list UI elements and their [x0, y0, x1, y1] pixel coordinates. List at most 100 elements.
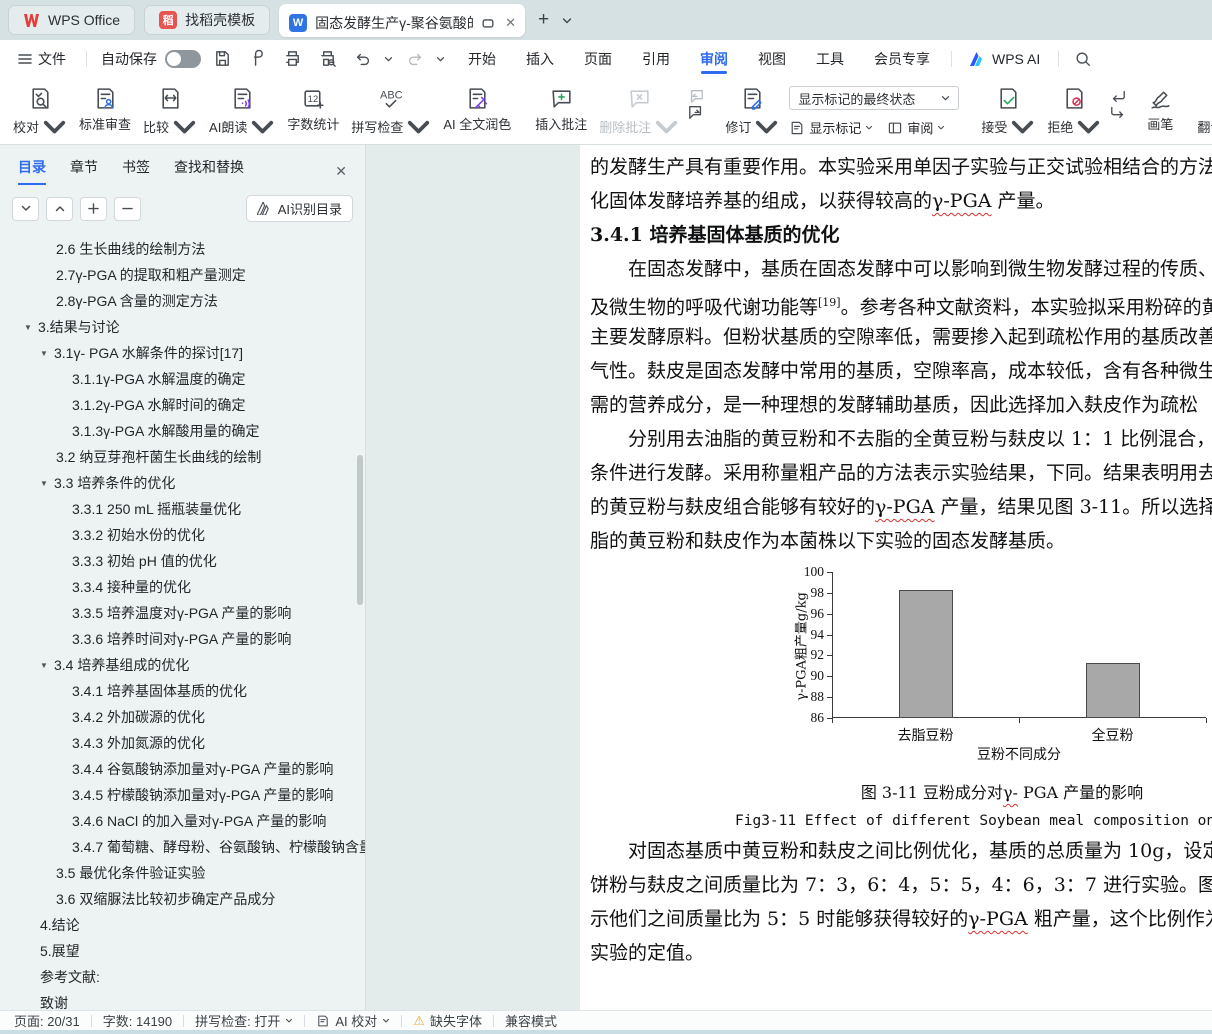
search-button[interactable]	[1069, 46, 1096, 72]
translate-button[interactable]: 文A 翻译	[1191, 80, 1212, 143]
toc-item[interactable]: 3.3.3 初始 pH 值的优化	[0, 548, 365, 574]
reject-revision-button[interactable]: 拒绝	[1041, 80, 1107, 143]
insert-comment-button[interactable]: 插入批注	[529, 80, 593, 137]
toc-collapse-arrow-icon[interactable]: ▼	[40, 479, 54, 488]
toc-item[interactable]: 3.3.1 250 mL 摇瓶装量优化	[0, 496, 365, 522]
wps-ai-button[interactable]: WPS AI	[958, 51, 1052, 67]
review-pane-button[interactable]: 审阅	[887, 118, 945, 137]
toc-item[interactable]: 2.7γ-PGA 的提取和粗产量测定	[0, 262, 365, 288]
toc-item[interactable]: 3.3.2 初始水份的优化	[0, 522, 365, 548]
menu-item[interactable]: 会员专享	[859, 40, 945, 77]
track-changes-button[interactable]: 修订	[719, 80, 785, 143]
toc-item[interactable]: ▼3.4 培养基组成的优化	[0, 652, 365, 678]
toc-item[interactable]: 3.1.1γ-PGA 水解温度的确定	[0, 366, 365, 392]
markup-state-dropdown[interactable]: 显示标记的最终状态	[789, 86, 959, 110]
menu-item[interactable]: 引用	[627, 40, 685, 77]
tab-list-caret-icon[interactable]	[562, 17, 572, 24]
file-menu-button[interactable]: 文件	[12, 49, 72, 69]
toc-item[interactable]: 3.4.2 外加碳源的优化	[0, 704, 365, 730]
sidebar-scrollbar[interactable]	[357, 455, 363, 605]
toc-item[interactable]: 3.3.6 培养时间对γ-PGA 产量的影响	[0, 626, 365, 652]
sidebar-tab-chapters[interactable]: 章节	[70, 157, 98, 185]
toc-item[interactable]: 3.4.5 柠檬酸钠添加量对γ-PGA 产量的影响	[0, 782, 365, 808]
toc-item[interactable]: 2.6 生长曲线的绘制方法	[0, 236, 365, 262]
previous-revision-icon[interactable]	[1109, 88, 1127, 104]
document-page[interactable]: 的发酵生产具有重要作用。本实验采用单因子实验与正交试验相结合的方法化固体发酵培养…	[580, 145, 1212, 1010]
toc-item[interactable]: 致谢	[0, 990, 365, 1010]
toc-item[interactable]: 3.4.4 谷氨酸钠添加量对γ-PGA 产量的影响	[0, 756, 365, 782]
redo-button[interactable]	[401, 46, 428, 72]
toc-item[interactable]: 5.展望	[0, 938, 365, 964]
menu-item[interactable]: 页面	[569, 40, 627, 77]
toc-collapse-arrow-icon[interactable]: ▼	[24, 323, 38, 332]
toc-collapse-arrow-icon[interactable]: ▼	[40, 661, 54, 670]
print-button[interactable]	[279, 46, 306, 72]
ink-brush-button[interactable]: 画笔	[1141, 80, 1179, 137]
toc-item[interactable]: 3.5 最优化条件验证实验	[0, 860, 365, 886]
print-preview-button[interactable]	[314, 46, 341, 72]
toc-item[interactable]: 3.2 纳豆芽孢杆菌生长曲线的绘制	[0, 444, 365, 470]
float-window-icon[interactable]	[481, 16, 495, 30]
sidebar-tab-find-replace[interactable]: 查找和替换	[174, 157, 244, 185]
toc-item[interactable]: ▼3.1γ- PGA 水解条件的探讨[17]	[0, 340, 365, 366]
ai-proofread-status[interactable]: AI 校对	[316, 1011, 390, 1030]
close-tab-icon[interactable]: ✕	[505, 15, 516, 31]
page-indicator[interactable]: 页面: 20/31	[14, 1011, 80, 1030]
toc-item[interactable]: 3.3.4 接种量的优化	[0, 574, 365, 600]
show-markup-button[interactable]: 显示标记	[789, 118, 873, 137]
zoom-out-level-button[interactable]	[114, 197, 141, 221]
ai-read-button[interactable]: AI朗读	[203, 80, 281, 143]
zoom-in-level-button[interactable]	[80, 197, 107, 221]
spellcheck-status[interactable]: 拼写检查: 打开	[195, 1011, 293, 1030]
undo-caret-icon[interactable]	[384, 56, 393, 62]
tab-wps-office[interactable]: WPS Office	[8, 5, 135, 35]
undo-button[interactable]	[349, 46, 376, 72]
toc-item[interactable]: 3.4.6 NaCl 的加入量对γ-PGA 产量的影响	[0, 808, 365, 834]
new-tab-button[interactable]: +	[534, 9, 553, 31]
toc-item[interactable]: 3.1.3γ-PGA 水解酸用量的确定	[0, 418, 365, 444]
tab-template[interactable]: 稻 找稻壳模板	[144, 5, 270, 35]
toc-item[interactable]: 3.3.5 培养温度对γ-PGA 产量的影响	[0, 600, 365, 626]
collapse-all-button[interactable]	[46, 197, 73, 221]
menu-item[interactable]: 插入	[511, 40, 569, 77]
compare-button[interactable]: 比较	[137, 80, 203, 143]
standard-review-button[interactable]: 标准审查	[73, 80, 137, 137]
sidebar-tab-bookmarks[interactable]: 书签	[122, 157, 150, 185]
missing-font-warning[interactable]: ⚠ 缺失字体	[413, 1011, 482, 1030]
export-pdf-button[interactable]	[244, 46, 271, 72]
quick-access-caret-icon[interactable]	[436, 56, 445, 62]
toc-item[interactable]: ▼3.结果与讨论	[0, 314, 365, 340]
toc-item[interactable]: 3.6 双缩脲法比较初步确定产品成分	[0, 886, 365, 912]
accept-revision-button[interactable]: 接受	[975, 80, 1041, 143]
toc-item[interactable]: 3.4.7 葡萄糖、酵母粉、谷氨酸钠、柠檬酸钠含量 ...	[0, 834, 365, 860]
menu-item[interactable]: 审阅	[685, 40, 743, 77]
ai-recognize-toc-button[interactable]: AI识别目录	[246, 195, 353, 222]
save-button[interactable]	[209, 46, 236, 72]
previous-comment-icon[interactable]	[687, 88, 705, 104]
toc-item[interactable]: 3.4.3 外加氮源的优化	[0, 730, 365, 756]
toc-collapse-arrow-icon[interactable]: ▼	[40, 349, 54, 358]
sidebar-tab-toc[interactable]: 目录	[18, 157, 46, 185]
y-tick-label: 90	[800, 668, 824, 684]
toc-item[interactable]: 3.4.1 培养基固体基质的优化	[0, 678, 365, 704]
toc-item[interactable]: 参考文献:	[0, 964, 365, 990]
autosave-toggle[interactable]	[165, 50, 201, 68]
toc-item[interactable]: 3.1.2γ-PGA 水解时间的确定	[0, 392, 365, 418]
expand-all-button[interactable]	[12, 197, 39, 221]
sidebar-close-icon[interactable]: ✕	[335, 163, 347, 180]
menu-item[interactable]: 开始	[453, 40, 511, 77]
menu-item[interactable]: 工具	[801, 40, 859, 77]
proofread-button[interactable]: 校对	[7, 80, 73, 143]
next-comment-icon[interactable]	[687, 104, 705, 120]
toc-item[interactable]: 2.8γ-PGA 含量的测定方法	[0, 288, 365, 314]
delete-comment-button[interactable]: 删除批注	[593, 80, 685, 143]
word-count-indicator[interactable]: 字数: 14190	[103, 1011, 172, 1030]
toc-item[interactable]: 4.结论	[0, 912, 365, 938]
ai-polish-button[interactable]: AI 全文润色	[437, 80, 517, 137]
word-count-button[interactable]: 12 字数统计	[281, 80, 345, 137]
tab-document[interactable]: W 固态发酵生产γ-聚谷氨酸的研 ✕	[279, 4, 525, 37]
spell-check-button[interactable]: ABC 拼写检查	[345, 80, 437, 143]
toc-item[interactable]: ▼3.3 培养条件的优化	[0, 470, 365, 496]
next-revision-icon[interactable]	[1109, 104, 1127, 120]
menu-item[interactable]: 视图	[743, 40, 801, 77]
